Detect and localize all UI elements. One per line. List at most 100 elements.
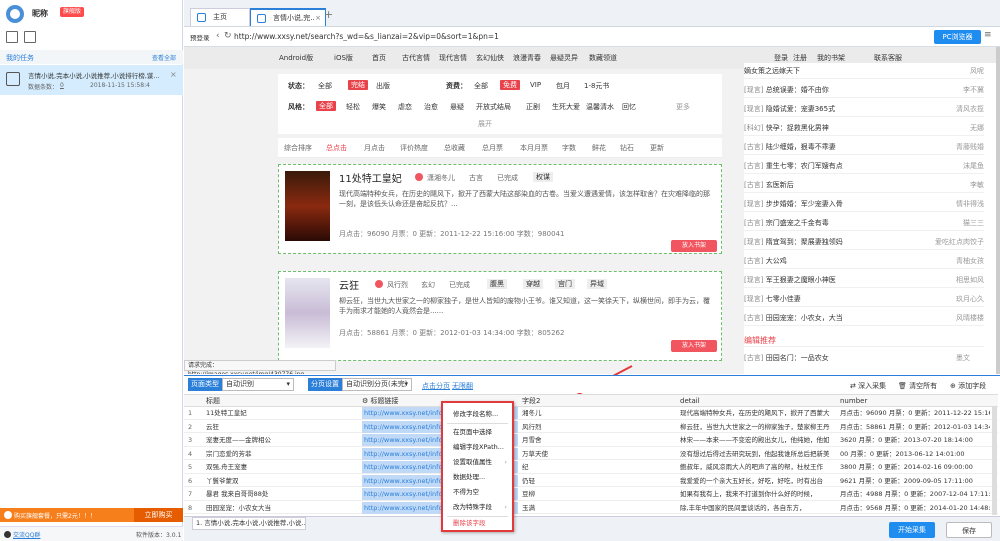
- book-title[interactable]: 云狂: [339, 277, 359, 292]
- nav-mystery[interactable]: 悬疑灵异: [550, 53, 578, 63]
- pagination-button[interactable]: 分页设置: [308, 378, 342, 391]
- start-collect-button[interactable]: 开始采集: [889, 522, 935, 538]
- cell-title[interactable]: 双强,舟王宠妻: [206, 461, 356, 473]
- add-field-button[interactable]: ⊕ 添加字段: [950, 381, 986, 391]
- ranking-item[interactable]: [现言] 七零小佳妻 玖月心久: [744, 291, 984, 307]
- recommend-item[interactable]: [古言] 田园名门：一品农女: [744, 353, 829, 363]
- ranking-item[interactable]: [古言] 重生七零：农门军嫂有点 沫尾鱼: [744, 158, 984, 174]
- ranking-item[interactable]: [古言] 大公鸡 青柚女孩: [744, 253, 984, 269]
- pagination-select[interactable]: 自动识别分页(未完) ▾: [342, 378, 412, 391]
- close-tab-icon[interactable]: ×: [315, 10, 321, 26]
- clear-all-button[interactable]: 🗑 清空所有: [898, 381, 937, 391]
- save-button[interactable]: 保存: [946, 522, 992, 538]
- ranking-item[interactable]: [古言] 陆少缠婚，狠毒不乖妻 青藤贱婚: [744, 139, 984, 155]
- cell-detail[interactable]: 我爱爱的一个亲大五好长，好吃，好吃，时有出台: [680, 475, 836, 487]
- fee-free[interactable]: 免费: [500, 80, 520, 90]
- service-link[interactable]: 联系客服: [874, 53, 902, 63]
- sort-overall[interactable]: 综合排序: [284, 143, 312, 153]
- sort-words[interactable]: 字数: [562, 143, 576, 153]
- ranking-item[interactable]: [现言] 总统误妻：婚不由你 李不冀: [744, 82, 984, 98]
- task-tab[interactable]: 1. 言情小说,完本小说,小说推荐,小说...: [192, 517, 306, 530]
- fee-paid[interactable]: 1-8元书: [584, 81, 609, 91]
- url-input[interactable]: http://www.xxsy.net/search?s_wd=&s_lianz…: [234, 32, 914, 41]
- menu-not-empty[interactable]: 不得为空: [443, 485, 512, 500]
- page-scrollbar[interactable]: [996, 47, 1000, 374]
- cell-detail[interactable]: 如果有我有上，我来不打道到你什么好的时候，: [680, 488, 836, 500]
- style-all[interactable]: 全部: [316, 101, 336, 111]
- ranking-item[interactable]: [古言] 宗门盛宠之千金有毒 猫三三: [744, 215, 984, 231]
- style-heal[interactable]: 治愈: [424, 102, 438, 112]
- cell-title[interactable]: 丫鬟爷蒙双: [206, 475, 356, 487]
- fee-all[interactable]: 全部: [474, 81, 488, 91]
- sort-diamonds[interactable]: 钻石: [620, 143, 634, 153]
- cell-detail[interactable]: 没有想过后得过去研究玩到，他起我谁所总后把新美: [680, 448, 836, 460]
- close-icon[interactable]: ×: [170, 70, 177, 79]
- style-drama[interactable]: 正剧: [526, 102, 540, 112]
- book-author[interactable]: 潇湘冬儿: [427, 173, 455, 183]
- table-row[interactable]: 5 双强,舟王宠妻 http://www.xxsy.net/info/44 纪鲍叔年，…: [184, 461, 998, 474]
- ranking-item[interactable]: [现言] 隐婚试爱：宠妻365式 清风衣揽: [744, 101, 984, 117]
- col-field2[interactable]: 字段2: [522, 395, 540, 407]
- sort-rating[interactable]: 评价热度: [400, 143, 428, 153]
- cell-title[interactable]: 宗门恋爱的芳菲: [206, 448, 356, 460]
- infinite-scroll-link[interactable]: 无限翻: [452, 381, 473, 391]
- table-row[interactable]: 4 宗门恋爱的芳菲 http://www.xxsy.net/info/43 万草天使没…: [184, 447, 998, 461]
- cell-detail[interactable]: 柳云狂，当世九大世家之一的柳家独子，楚家柳王丹: [680, 421, 836, 433]
- nav-home[interactable]: 首页: [372, 53, 386, 63]
- tab-active[interactable]: 言情小说,完... ×: [250, 8, 326, 26]
- cell-detail[interactable]: 林宋——本来——不变宏的殿出女儿，他纯她，他如: [680, 434, 836, 446]
- nav-ios[interactable]: iOS版: [334, 53, 353, 63]
- table-row[interactable]: 3 宠妻无度——金牌相公 http://www.xxsy.net/info/49 月雪…: [184, 434, 998, 447]
- style-funny[interactable]: 爆笑: [372, 102, 386, 112]
- bookshelf-link[interactable]: 我的书架: [817, 53, 845, 63]
- status-published[interactable]: 出版: [376, 81, 390, 91]
- cell-number[interactable]: 月点击：9568 月票：0 更新：2014-01-20 14:48:00: [840, 502, 990, 514]
- sort-month-clicks[interactable]: 月点击: [364, 143, 385, 153]
- cell-number[interactable]: 月点击：58861 月票：0 更新：2012-01-03 14:34:00: [840, 421, 990, 433]
- menu-delete-field[interactable]: 删除该字段: [443, 516, 512, 531]
- book-cover[interactable]: [285, 171, 330, 241]
- ranking-item[interactable]: [古言] 玄医新后 李敏: [744, 177, 984, 193]
- menu-edit-xpath[interactable]: 编辑字段XPath...: [443, 440, 512, 455]
- tab-home[interactable]: 主页: [190, 8, 250, 26]
- col-title-link[interactable]: ⚙ 标题链接: [362, 395, 399, 407]
- menu-data-processing[interactable]: 数据处理...: [443, 470, 512, 485]
- click-pagination-link[interactable]: 点击分页: [422, 381, 450, 391]
- cell-number[interactable]: 月点击：4988 月票：0 更新：2007-12-04 17:11:00: [840, 488, 990, 500]
- buy-now-button[interactable]: 立即购买: [134, 508, 183, 522]
- fee-monthly[interactable]: 包月: [556, 81, 570, 91]
- style-sad[interactable]: 虐恋: [398, 102, 412, 112]
- style-open-end[interactable]: 开放式结局: [476, 102, 511, 112]
- sort-total-votes[interactable]: 总月票: [482, 143, 503, 153]
- cell-title[interactable]: 宠妻无度——金牌相公: [206, 434, 356, 446]
- sort-flowers[interactable]: 鲜花: [592, 143, 606, 153]
- nav-youth[interactable]: 浪漫青春: [513, 53, 541, 63]
- style-love[interactable]: 生死大爱: [552, 102, 580, 112]
- menu-set-attribute[interactable]: 设置取值属性 ›: [443, 455, 512, 470]
- deep-collect-button[interactable]: ⇄ 深入采集: [850, 381, 886, 391]
- add-to-shelf-button[interactable]: 放入书架: [671, 240, 717, 252]
- refresh-icon[interactable]: ↻: [224, 31, 232, 41]
- qq-group-link[interactable]: 交流QQ群: [13, 530, 40, 539]
- status-finished[interactable]: 完结: [348, 80, 368, 90]
- grid-scrollbar[interactable]: [992, 407, 997, 515]
- cell-field2[interactable]: 湘冬儿: [522, 407, 676, 419]
- import-task-icon[interactable]: [24, 31, 36, 43]
- cell-field2[interactable]: 玉满: [522, 502, 676, 514]
- cell-title[interactable]: 云狂: [206, 421, 356, 433]
- back-icon[interactable]: ‹: [216, 31, 220, 41]
- status-all[interactable]: 全部: [318, 81, 332, 91]
- cell-number[interactable]: 3800 月票：0 更新：2014-02-16 09:00:00: [840, 461, 990, 473]
- page-type-select[interactable]: 自动识别 ▾: [222, 378, 294, 391]
- style-memory[interactable]: 回忆: [622, 102, 636, 112]
- table-row[interactable]: 2 云狂 http://www.xxsy.net/info/17 风行烈 柳云狂，当世九…: [184, 420, 998, 434]
- ranking-item[interactable]: [现言] 隋宜驾到：聚展妻独领妈 爱吃红点肉饺子: [744, 234, 984, 250]
- cell-title[interactable]: 暴君 我来自哥哥88处: [206, 488, 356, 500]
- menu-special-field[interactable]: 改为特殊字段 ›: [443, 500, 512, 515]
- expand-link[interactable]: 展开: [478, 119, 492, 129]
- new-task-icon[interactable]: [6, 31, 18, 43]
- menu-icon[interactable]: ≡: [984, 30, 992, 40]
- fee-vip[interactable]: VIP: [530, 81, 541, 89]
- table-row[interactable]: 8 田园宠宠：小农女大当 http://www.xxsy.net/info/47 玉满…: [184, 501, 998, 515]
- table-row[interactable]: 6 丫鬟爷蒙双 http://www.xxsy.net/info/45 仍轻 我爱爱的一…: [184, 474, 998, 488]
